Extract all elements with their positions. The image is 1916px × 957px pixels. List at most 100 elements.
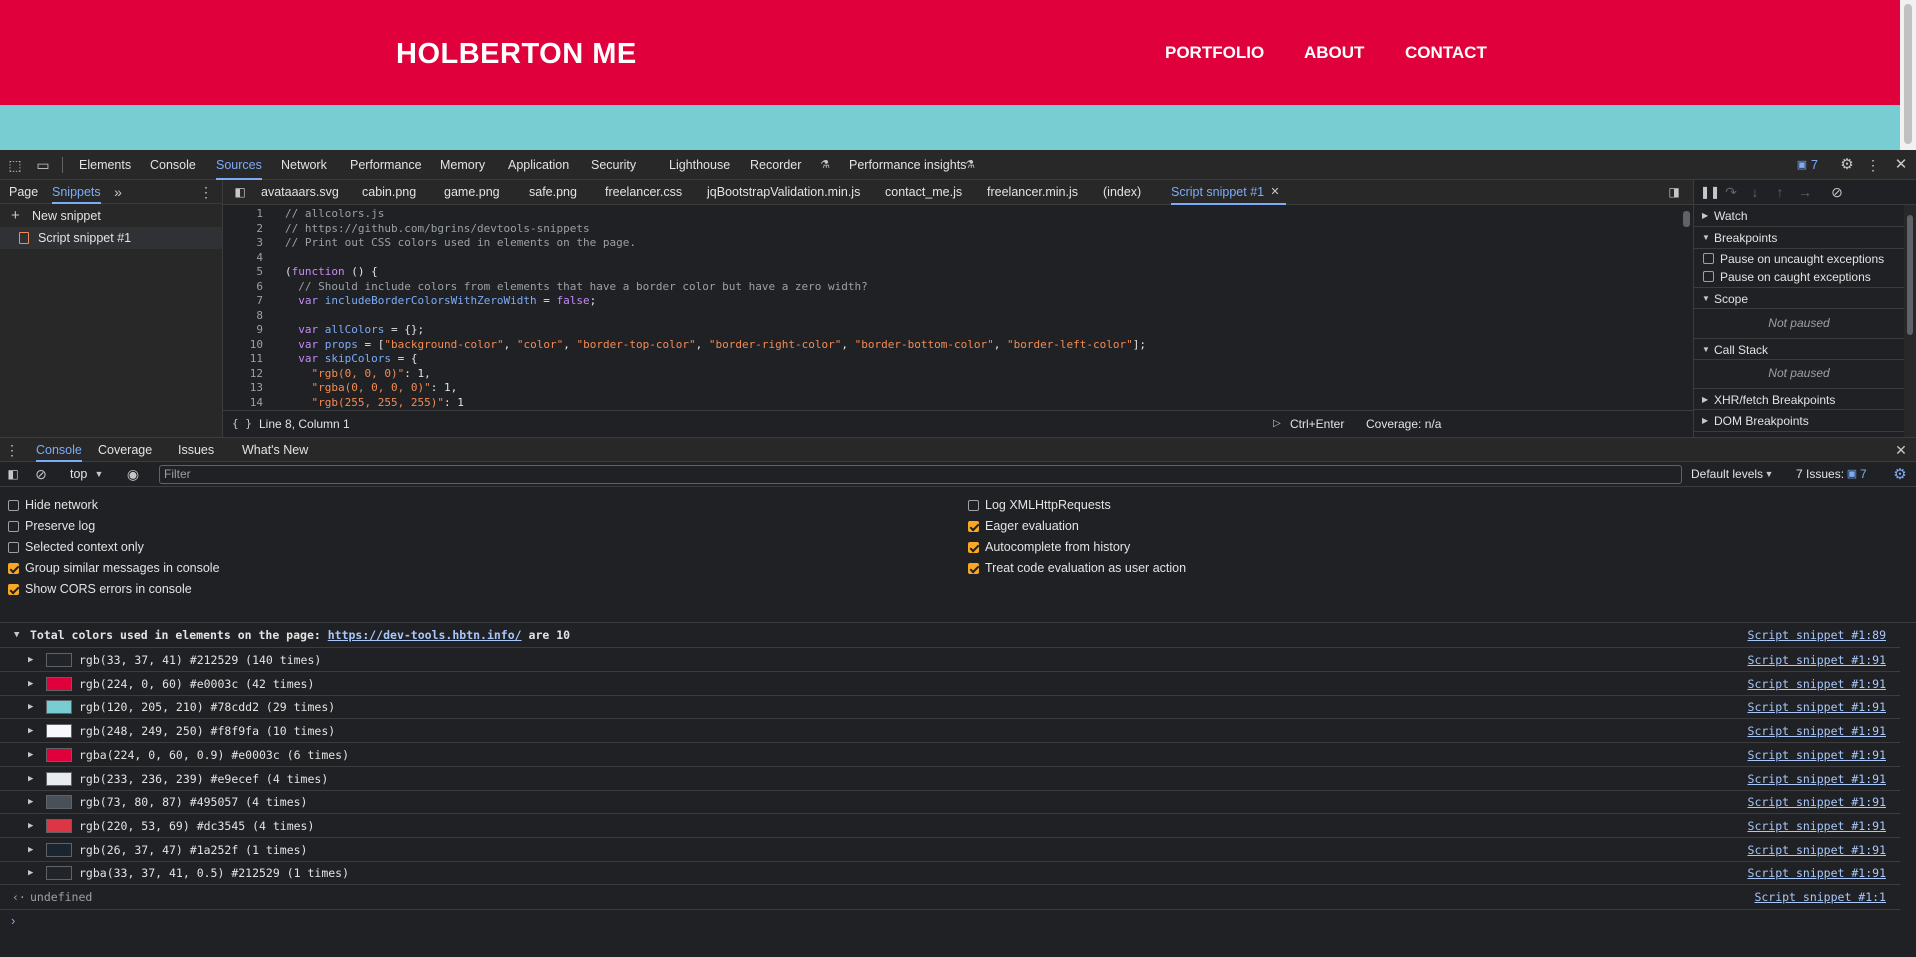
- debugger-scrollbar[interactable]: [1904, 205, 1916, 437]
- code-line[interactable]: var includeBorderColorsWithZeroWidth = f…: [285, 294, 596, 307]
- expand-triangle-icon[interactable]: ▶: [28, 814, 33, 838]
- console-log-row[interactable]: ▶ rgb(220, 53, 69) #dc3545 (4 times) Scrip…: [0, 814, 1900, 838]
- file-tab[interactable]: safe.png: [529, 180, 577, 205]
- file-tab[interactable]: freelancer.min.js: [987, 180, 1078, 205]
- console-log-row[interactable]: ▶ rgb(233, 236, 239) #e9ecef (4 times) Scr…: [0, 767, 1900, 791]
- line-number[interactable]: 12: [223, 367, 263, 380]
- run-shortcut[interactable]: Ctrl+Enter: [1290, 411, 1344, 437]
- code-line[interactable]: (function () {: [285, 265, 378, 278]
- expand-triangle-icon[interactable]: ▶: [28, 719, 33, 743]
- code-line[interactable]: "rgba(0, 0, 0, 0)": 1,: [285, 381, 458, 394]
- issues-icon[interactable]: ▣: [1795, 150, 1809, 180]
- expand-triangle-icon[interactable]: ▶: [28, 672, 33, 696]
- page-scrollbar-thumb[interactable]: [1904, 4, 1912, 144]
- log-source-link[interactable]: Script snippet #1:91: [1748, 648, 1886, 672]
- close-drawer-icon[interactable]: ✕: [1892, 438, 1910, 462]
- tab-lighthouse[interactable]: Lighthouse: [669, 150, 730, 180]
- file-tab[interactable]: game.png: [444, 180, 500, 205]
- expand-triangle-icon[interactable]: ▶: [28, 743, 33, 767]
- expand-triangle-icon[interactable]: ▶: [28, 648, 33, 672]
- line-number[interactable]: 3: [223, 236, 263, 249]
- clear-console-icon[interactable]: ⊘: [33, 462, 49, 487]
- pretty-print-icon[interactable]: { }: [232, 411, 252, 437]
- line-number[interactable]: 2: [223, 222, 263, 235]
- tab-elements[interactable]: Elements: [79, 150, 131, 180]
- checkbox[interactable]: [8, 500, 19, 511]
- file-tab[interactable]: cabin.png: [362, 180, 416, 205]
- tab-recorder[interactable]: Recorder: [750, 150, 801, 180]
- issues-link[interactable]: 7 Issues:: [1796, 462, 1844, 487]
- expand-triangle-icon[interactable]: ▶: [28, 790, 33, 814]
- brand-logo[interactable]: HOLBERTON ME: [396, 38, 637, 71]
- pause-uncaught-row[interactable]: Pause on uncaught exceptions: [1694, 250, 1904, 268]
- file-tab[interactable]: contact_me.js: [885, 180, 962, 205]
- code-line[interactable]: // Should include colors from elements t…: [285, 280, 868, 293]
- console-log-row[interactable]: ▶ rgba(224, 0, 60, 0.9) #e0003c (6 times)…: [0, 743, 1900, 767]
- checkbox[interactable]: [968, 500, 979, 511]
- checkbox[interactable]: [968, 563, 979, 574]
- console-log-row[interactable]: ▶ rgba(33, 37, 41, 0.5) #212529 (1 times)…: [0, 861, 1900, 886]
- toggle-debugger-icon[interactable]: ◨: [1665, 180, 1683, 205]
- console-log-row[interactable]: ▶ rgb(248, 249, 250) #f8f9fa (10 times) Sc…: [0, 719, 1900, 744]
- deactivate-breakpoints-icon[interactable]: ⊘: [1828, 180, 1846, 205]
- more-options-icon[interactable]: ⋮: [1864, 150, 1882, 180]
- tab-memory[interactable]: Memory: [440, 150, 485, 180]
- expand-triangle-icon[interactable]: ▶: [28, 861, 33, 885]
- log-source-link[interactable]: Script snippet #1:91: [1748, 814, 1886, 838]
- file-tab[interactable]: avataaars.svg: [261, 180, 339, 205]
- pause-icon[interactable]: ❚❚: [1700, 180, 1720, 205]
- code-line[interactable]: "rgb(0, 0, 0)": 1,: [285, 367, 431, 380]
- close-icon[interactable]: ✕: [1890, 150, 1912, 180]
- code-editor[interactable]: 1 // allcolors.js 2 // https://github.com/b…: [223, 205, 1679, 410]
- line-number[interactable]: 8: [223, 309, 263, 322]
- live-expression-eye-icon[interactable]: ◉: [123, 462, 143, 487]
- dom-breakpoints-section[interactable]: ▶ DOM Breakpoints: [1694, 410, 1904, 432]
- group-url-link[interactable]: https://dev-tools.hbtn.info/: [328, 628, 522, 642]
- page-scrollbar[interactable]: [1900, 0, 1916, 150]
- log-source-link[interactable]: Script snippet #1:91: [1748, 790, 1886, 814]
- code-line[interactable]: var skipColors = {: [285, 352, 417, 365]
- line-number[interactable]: 11: [223, 352, 263, 365]
- drawer-tab-issues[interactable]: Issues: [178, 438, 214, 462]
- filter-input[interactable]: Filter: [159, 465, 1682, 484]
- step-over-icon[interactable]: ↷: [1722, 180, 1740, 205]
- line-number[interactable]: 10: [223, 338, 263, 351]
- result-source-link[interactable]: Script snippet #1:1: [1754, 885, 1886, 909]
- console-settings-gear-icon[interactable]: ⚙: [1890, 462, 1910, 487]
- more-tabs-chevron-icon[interactable]: »: [108, 180, 128, 204]
- code-line[interactable]: var allColors = {};: [285, 323, 424, 336]
- tab-performance-insights[interactable]: Performance insights: [849, 150, 966, 180]
- device-toolbar-icon[interactable]: ▭: [32, 150, 54, 180]
- log-source-link[interactable]: Script snippet #1:91: [1748, 838, 1886, 862]
- snippet-item[interactable]: Script snippet #1: [0, 227, 222, 249]
- code-line[interactable]: "rgb(255, 255, 255)": 1: [285, 396, 464, 409]
- checkbox[interactable]: [8, 521, 19, 532]
- expand-triangle-icon[interactable]: ▼: [14, 623, 19, 647]
- drawer-tab-coverage[interactable]: Coverage: [98, 438, 152, 462]
- scope-section[interactable]: ▼ Scope: [1694, 287, 1904, 309]
- inspect-element-icon[interactable]: ⬚: [4, 150, 26, 180]
- step-into-icon[interactable]: ↓: [1746, 180, 1764, 205]
- console-log-row[interactable]: ▶ rgb(33, 37, 41) #212529 (140 times) Scri…: [0, 648, 1900, 672]
- log-source-link[interactable]: Script snippet #1:91: [1748, 695, 1886, 719]
- tab-security[interactable]: Security: [591, 150, 636, 180]
- debugger-scrollbar-thumb[interactable]: [1907, 215, 1913, 335]
- step-icon[interactable]: →: [1796, 180, 1814, 205]
- log-source-link[interactable]: Script snippet #1:91: [1748, 861, 1886, 885]
- log-source-link[interactable]: Script snippet #1:91: [1748, 743, 1886, 767]
- tab-performance[interactable]: Performance: [350, 150, 422, 180]
- line-number[interactable]: 14: [223, 396, 263, 409]
- line-number[interactable]: 7: [223, 294, 263, 307]
- file-tab[interactable]: freelancer.css: [605, 180, 682, 205]
- tab-network[interactable]: Network: [281, 150, 327, 180]
- code-line[interactable]: var props = ["background-color", "color"…: [285, 338, 1146, 351]
- nav-contact[interactable]: CONTACT: [1405, 43, 1487, 63]
- checkbox[interactable]: [968, 542, 979, 553]
- navigator-menu-icon[interactable]: ⋮: [196, 180, 216, 204]
- navigator-tab-page[interactable]: Page: [9, 180, 38, 204]
- context-selector[interactable]: top: [70, 462, 87, 487]
- expand-triangle-icon[interactable]: ▶: [28, 767, 33, 791]
- console-log-row[interactable]: ▶ rgb(26, 37, 47) #1a252f (1 times) Script…: [0, 838, 1900, 862]
- run-icon[interactable]: ▷: [1273, 411, 1281, 437]
- code-line[interactable]: // Print out CSS colors used in elements…: [285, 236, 636, 249]
